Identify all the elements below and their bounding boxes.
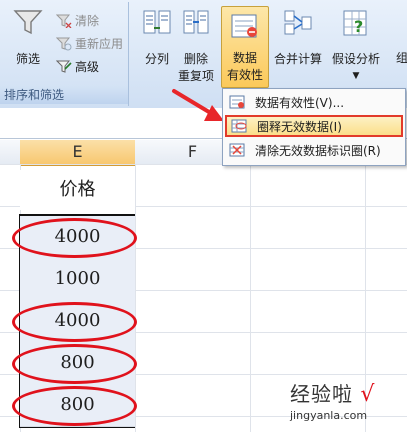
svg-text:?: ? [354,17,363,36]
advanced-filter-icon [56,60,72,73]
text-to-columns-button[interactable]: 分列 [138,8,176,68]
clear-button[interactable]: 清除 [56,12,99,29]
data-validation-button[interactable]: 数据 有效性 ▼ [221,6,269,99]
advanced-label: 高级 [75,60,100,74]
sort-filter-group: 筛选 清除 重新应用 高级 排序和筛选 [0,2,129,106]
filter-label: 筛选 [15,52,40,66]
filter-button[interactable]: 筛选 [8,8,48,68]
what-if-analysis-icon: ? [343,10,367,36]
circle-invalid-icon [229,117,249,135]
group-label-partial: 组 [395,51,407,65]
watermark: 经验啦 √ jingyanla.com [290,378,405,430]
clear-circles-icon [227,141,247,159]
invalid-circle-2 [12,302,137,342]
menu-item-clear-circles-label: 清除无效数据标识圈(R) [255,143,381,158]
watermark-url: jingyanla.com [290,409,368,422]
consolidate-button[interactable]: 合并计算 [270,8,326,68]
what-if-analysis-label: 假设分析 [331,52,380,66]
data-validation-label-1: 数据 [232,51,257,65]
reapply-icon [56,37,72,50]
column-header-e[interactable]: E [20,140,136,166]
annotation-arrow-icon [172,89,224,121]
data-validation-icon [231,14,257,38]
invalid-circle-3 [12,344,137,384]
what-if-chevron-icon: ▼ [352,71,360,81]
what-if-analysis-button[interactable]: ? 假设分析 ▼ [328,8,384,85]
text-to-columns-icon [143,10,171,34]
data-validation-menu: 数据有效性(V)... 圈释无效数据(I) 清除无效数据标识圈(R) [222,88,406,166]
reapply-label: 重新应用 [75,37,124,51]
validation-list-icon [227,93,247,111]
clear-label: 清除 [75,14,100,28]
menu-item-circle-invalid[interactable]: 圈释无效数据(I) [225,115,403,137]
advanced-button[interactable]: 高级 [56,58,99,75]
remove-duplicates-label-1: 删除 [183,52,208,66]
remove-duplicates-icon [183,10,209,34]
remove-duplicates-label-2: 重复项 [177,69,214,83]
row-header-corner[interactable] [0,140,21,165]
text-to-columns-label: 分列 [144,52,169,66]
funnel-icon [13,10,43,35]
price-header-text: 价格 [59,179,96,200]
consolidate-label: 合并计算 [273,52,322,66]
reapply-button[interactable]: 重新应用 [56,35,123,52]
remove-duplicates-button[interactable]: 删除 重复项 [176,8,216,85]
checkmark-icon: √ [360,382,376,407]
menu-item-circle-invalid-label: 圈释无效数据(I) [257,119,342,134]
menu-item-data-validation[interactable]: 数据有效性(V)... [225,91,403,113]
consolidate-icon [284,10,312,35]
invalid-circle-4 [12,386,137,426]
invalid-circle-1 [12,218,137,258]
data-cell-e4[interactable]: 1000 [20,258,135,301]
clear-filter-icon [56,14,72,28]
watermark-title: 经验啦 √ [290,378,405,407]
sort-filter-group-label: 排序和筛选 [0,86,128,104]
data-validation-label-2-text: 有效性 [226,68,263,82]
watermark-text: 经验啦 [290,382,353,406]
group-button[interactable]: 组 [392,42,407,67]
menu-item-clear-circles[interactable]: 清除无效数据标识圈(R) [225,139,403,161]
price-header-cell[interactable]: 价格 [20,170,135,210]
menu-item-data-validation-label: 数据有效性(V)... [255,95,345,110]
